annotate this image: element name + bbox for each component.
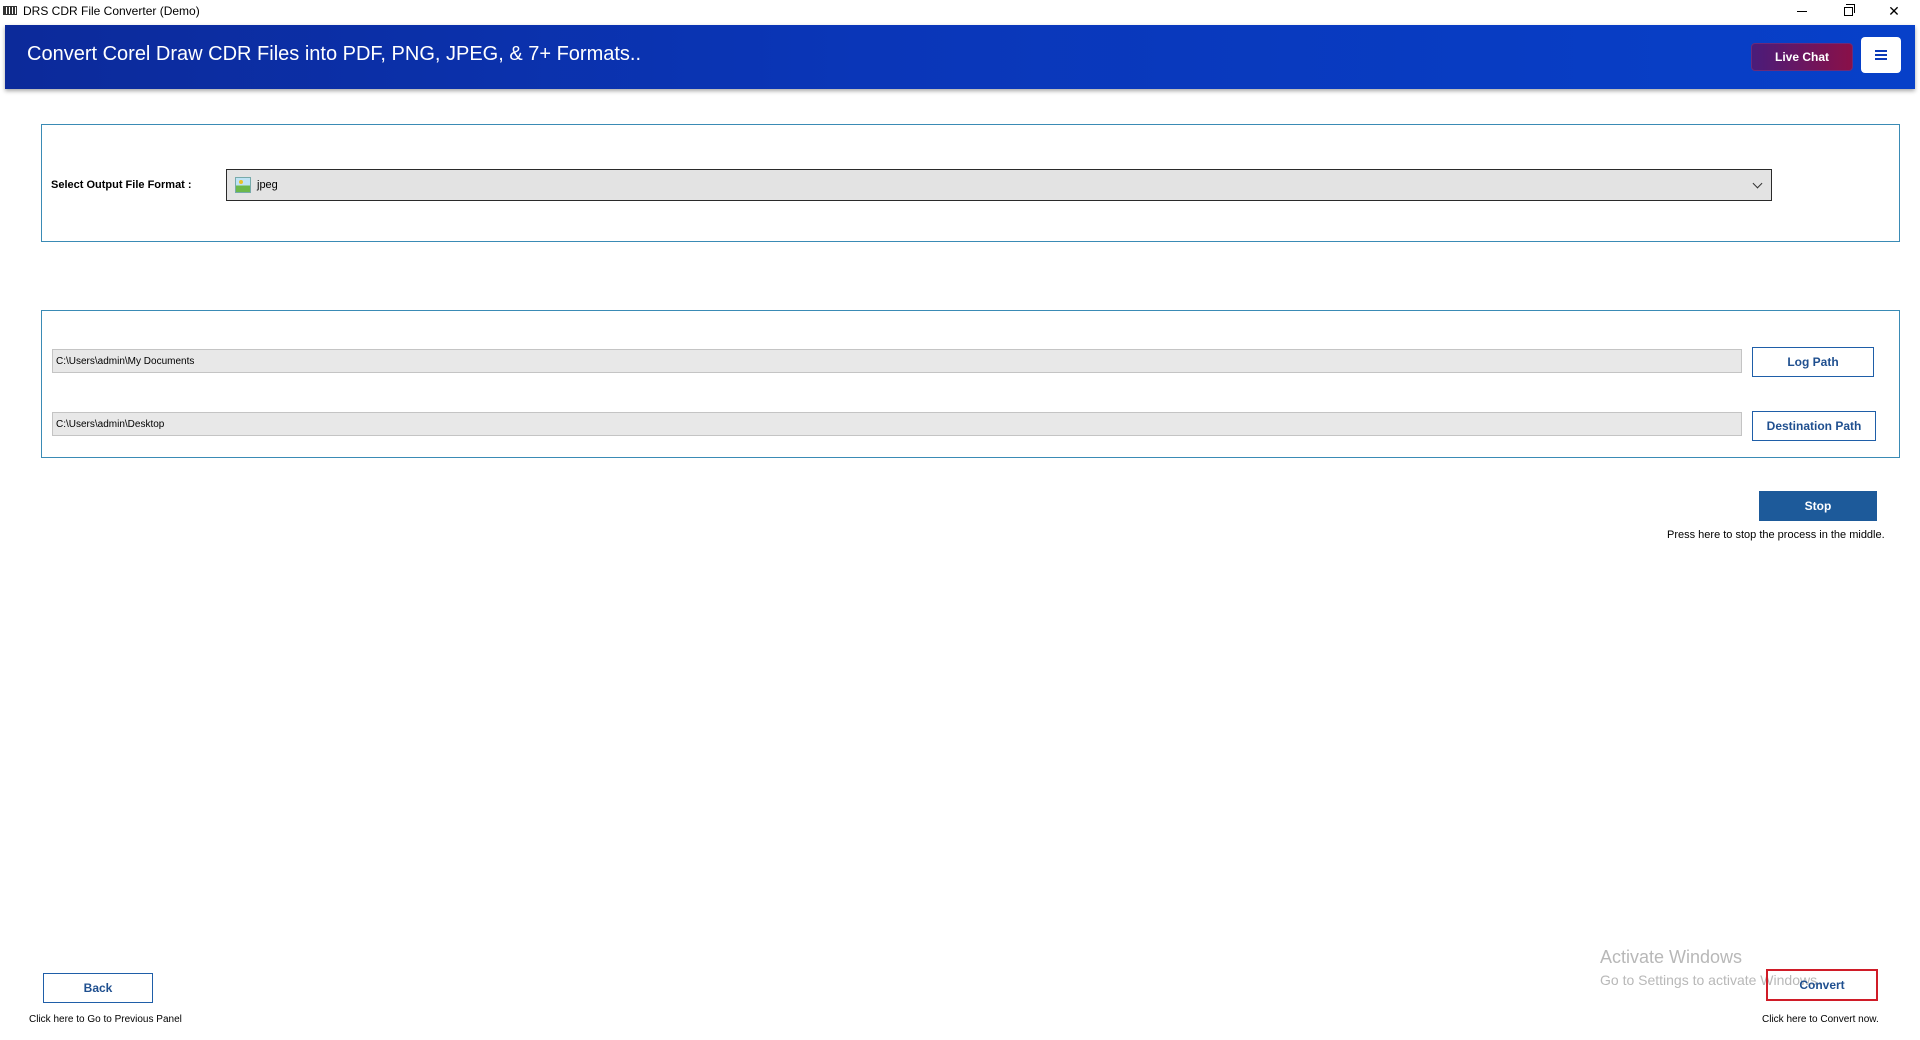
activate-windows-title: Activate Windows xyxy=(1600,947,1743,967)
back-button[interactable]: Back xyxy=(43,973,153,1003)
live-chat-button[interactable]: Live Chat xyxy=(1751,43,1853,71)
menu-button[interactable] xyxy=(1861,37,1901,73)
minimize-icon xyxy=(1797,10,1807,12)
output-format-dropdown[interactable]: jpeg xyxy=(226,169,1772,201)
convert-button[interactable]: Convert xyxy=(1766,969,1878,1001)
image-file-icon xyxy=(235,177,251,193)
page-title: Convert Corel Draw CDR Files into PDF, P… xyxy=(27,43,642,65)
close-button[interactable]: ✕ xyxy=(1872,0,1916,22)
stop-button[interactable]: Stop xyxy=(1759,491,1877,521)
header-banner: Convert Corel Draw CDR Files into PDF, P… xyxy=(5,25,1915,89)
convert-hint: Click here to Convert now. xyxy=(1762,1014,1879,1025)
hamburger-menu-icon xyxy=(1875,50,1887,60)
minimize-button[interactable] xyxy=(1780,0,1824,22)
window-title: DRS CDR File Converter (Demo) xyxy=(23,4,200,18)
restore-button[interactable] xyxy=(1826,0,1870,22)
window-titlebar: DRS CDR File Converter (Demo) ✕ xyxy=(0,0,1920,22)
log-path-input[interactable] xyxy=(52,349,1742,373)
paths-panel: Log Path Destination Path xyxy=(41,310,1900,458)
close-icon: ✕ xyxy=(1888,2,1900,19)
app-icon xyxy=(3,6,17,15)
back-hint: Click here to Go to Previous Panel xyxy=(29,1014,182,1025)
destination-path-input[interactable] xyxy=(52,412,1742,436)
output-format-label: Select Output File Format : xyxy=(51,179,192,191)
destination-path-button[interactable]: Destination Path xyxy=(1752,411,1876,441)
chevron-down-icon xyxy=(1752,178,1763,189)
output-format-selected: jpeg xyxy=(257,179,278,191)
restore-icon xyxy=(1843,3,1855,16)
log-path-button[interactable]: Log Path xyxy=(1752,347,1874,377)
stop-hint: Press here to stop the process in the mi… xyxy=(1667,529,1885,541)
output-format-panel: Select Output File Format : jpeg xyxy=(41,124,1900,242)
